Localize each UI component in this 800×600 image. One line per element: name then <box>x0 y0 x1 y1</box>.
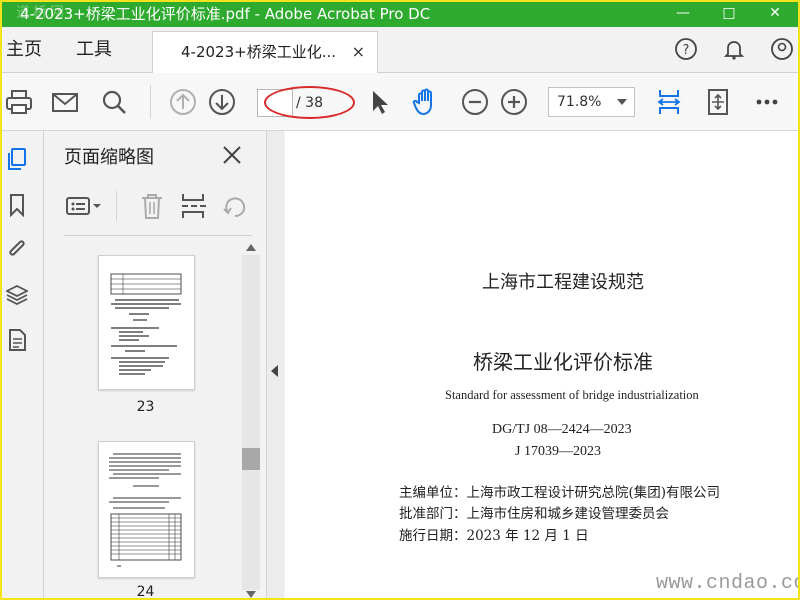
tab-document-label: 4-2023+桥梁工业化... <box>181 43 337 61</box>
page-thumbnail-23[interactable] <box>98 255 195 390</box>
panel-title: 页面缩略图 <box>64 147 154 168</box>
layers-icon[interactable] <box>6 283 28 307</box>
thumbnail-page-number: 23 <box>136 399 155 415</box>
help-icon[interactable]: ? <box>674 37 698 61</box>
thumbnail-page-number: 24 <box>136 584 155 600</box>
panel-separator <box>64 235 252 236</box>
doc-record: J 17039—2023 <box>515 444 601 459</box>
minimize-icon[interactable]: — <box>660 2 706 27</box>
panel-collapse-gutter[interactable] <box>267 131 284 598</box>
close-icon[interactable]: ✕ <box>752 2 798 27</box>
tab-home[interactable]: 主页 <box>6 27 42 72</box>
scroll-down-icon[interactable] <box>246 591 256 598</box>
fit-page-icon[interactable] <box>703 87 733 117</box>
thumbnail-options-icon[interactable] <box>64 191 104 221</box>
page-thumbnails-icon[interactable] <box>6 147 28 171</box>
zoom-value: 71.8% <box>557 94 602 110</box>
tab-bar: 主页 工具 4-2023+桥梁工业化... × ? <box>2 27 798 74</box>
toolbar-divider <box>150 85 151 119</box>
collapse-panel-icon[interactable] <box>271 365 278 377</box>
hand-tool-icon[interactable] <box>411 87 441 117</box>
tab-close-icon[interactable]: × <box>352 32 365 72</box>
window-title: 4-2023+桥梁工业化评价标准.pdf - Adobe Acrobat Pro… <box>20 5 431 23</box>
print-icon[interactable] <box>4 87 34 117</box>
doc-code: DG/TJ 08—2424—2023 <box>492 422 632 437</box>
select-cursor-icon[interactable] <box>365 87 395 117</box>
site-watermark: www.cndao.com <box>656 572 798 595</box>
panel-divider <box>116 191 117 221</box>
scroll-up-icon[interactable] <box>246 244 256 251</box>
title-bar: 道桥网 4-2023+桥梁工业化评价标准.pdf - Adobe Acrobat… <box>2 2 798 27</box>
account-icon[interactable] <box>770 37 794 61</box>
tab-document[interactable]: 4-2023+桥梁工业化... × <box>152 31 378 74</box>
attachment-icon[interactable] <box>6 237 28 261</box>
thumbnail-scrollbar[interactable] <box>242 243 260 598</box>
bell-icon[interactable] <box>722 37 746 61</box>
navigation-rail <box>2 131 44 598</box>
insert-page-icon[interactable] <box>179 191 209 221</box>
page-down-icon[interactable] <box>207 87 237 117</box>
thumbnails-panel: 页面缩略图 23 24 <box>44 131 267 598</box>
page-24-preview <box>109 453 182 567</box>
document-properties-icon[interactable] <box>6 328 28 352</box>
close-panel-icon[interactable] <box>220 143 244 167</box>
page-23-preview <box>110 273 182 375</box>
search-icon[interactable] <box>99 87 129 117</box>
doc-english-title: Standard for assessment of bridge indust… <box>445 388 699 402</box>
zoom-out-icon[interactable] <box>460 87 490 117</box>
scrollbar-track[interactable] <box>242 255 260 590</box>
app-frame: 道桥网 4-2023+桥梁工业化评价标准.pdf - Adobe Acrobat… <box>0 0 800 600</box>
more-icon[interactable] <box>752 87 782 117</box>
email-icon[interactable] <box>50 87 80 117</box>
delete-page-icon[interactable] <box>137 191 167 221</box>
page-up-icon[interactable] <box>168 87 198 117</box>
tab-tools[interactable]: 工具 <box>76 27 112 72</box>
chevron-down-icon <box>617 99 627 105</box>
maximize-icon[interactable]: □ <box>706 2 752 27</box>
doc-approved-by: 批准部门：上海市住房和城乡建设管理委员会 <box>399 506 669 522</box>
doc-chief-editor: 主编单位：上海市政工程设计研究总院(集团)有限公司 <box>399 485 721 501</box>
main-toolbar: / 38 71.8% <box>2 73 798 131</box>
annotation-ellipse <box>264 86 355 119</box>
rotate-page-icon[interactable] <box>220 191 250 221</box>
doc-title: 桥梁工业化评价标准 <box>473 350 653 374</box>
zoom-select[interactable]: 71.8% <box>548 87 635 117</box>
doc-effective-date: 施行日期：2023 年 12 月 1 日 <box>399 528 589 544</box>
scrollbar-thumb[interactable] <box>242 448 260 470</box>
document-page: 上海市工程建设规范 桥梁工业化评价标准 Standard for assessm… <box>285 131 798 598</box>
svg-text:?: ? <box>683 43 690 58</box>
doc-series: 上海市工程建设规范 <box>482 272 644 293</box>
fit-width-icon[interactable] <box>654 87 684 117</box>
zoom-in-icon[interactable] <box>499 87 529 117</box>
bookmark-icon[interactable] <box>6 193 28 217</box>
page-thumbnail-24[interactable] <box>98 441 195 578</box>
